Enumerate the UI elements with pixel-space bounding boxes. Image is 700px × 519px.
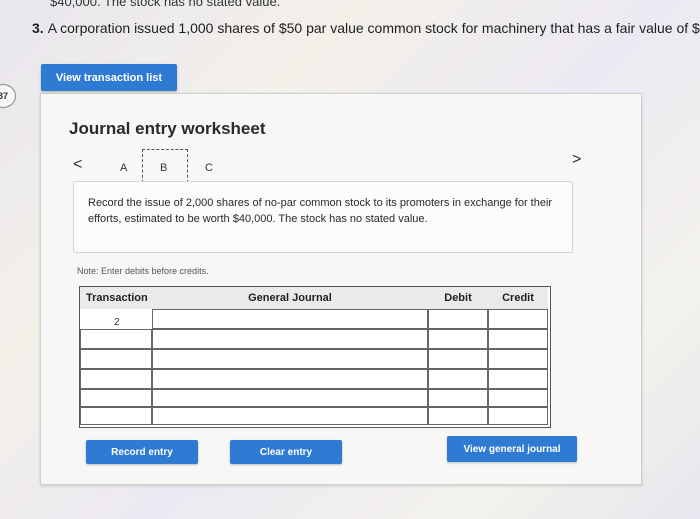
debit-input[interactable] <box>428 407 488 425</box>
credit-input[interactable] <box>488 309 548 329</box>
view-general-journal-button[interactable]: View general journal <box>447 436 577 462</box>
note-text: Note: Enter debits before credits. <box>77 266 209 276</box>
instruction-box: Record the issue of 2,000 shares of no-p… <box>73 181 573 253</box>
clear-entry-button[interactable]: Clear entry <box>230 440 342 464</box>
question-item-text: A corporation issued 1,000 shares of $50… <box>47 20 700 36</box>
journal-table: Transaction General Journal Debit Credit… <box>79 286 551 428</box>
credit-input[interactable] <box>488 329 548 349</box>
credit-input[interactable] <box>488 389 548 407</box>
credit-input[interactable] <box>488 407 548 425</box>
journal-worksheet-panel: Journal entry worksheet < > A B C Record… <box>40 93 642 485</box>
question-item-3: 3. A corporation issued 1,000 shares of $… <box>32 20 700 36</box>
debit-input[interactable] <box>428 389 488 407</box>
transaction-cell <box>80 389 152 407</box>
question-number-badge: 37 <box>0 84 16 108</box>
question-item-number: 3. <box>32 20 44 36</box>
transaction-cell <box>80 407 152 425</box>
worksheet-title: Journal entry worksheet <box>69 119 266 138</box>
credit-input[interactable] <box>488 369 548 389</box>
account-input[interactable] <box>152 369 428 389</box>
instruction-text: Record the issue of 2,000 shares of no-p… <box>88 197 553 225</box>
tab-c[interactable]: C <box>205 162 213 174</box>
debit-input[interactable] <box>428 349 488 369</box>
col-transaction-header: Transaction <box>80 287 158 309</box>
transaction-number: 2 <box>114 317 120 328</box>
col-debit-header: Debit <box>428 287 488 309</box>
transaction-cell <box>80 349 152 369</box>
account-input[interactable] <box>152 349 428 369</box>
transaction-cell <box>80 369 152 389</box>
debit-input[interactable] <box>428 309 488 329</box>
account-input[interactable] <box>152 329 428 349</box>
next-tab-arrow[interactable]: > <box>572 151 581 169</box>
account-input[interactable] <box>152 389 428 407</box>
debit-input[interactable] <box>428 329 488 349</box>
tab-a[interactable]: A <box>120 162 127 174</box>
tab-b[interactable]: B <box>160 162 167 174</box>
view-transaction-list-button[interactable]: View transaction list <box>41 64 177 91</box>
col-general-journal-header: General Journal <box>152 287 428 309</box>
credit-input[interactable] <box>488 349 548 369</box>
prev-tab-arrow[interactable]: < <box>73 156 82 174</box>
account-input[interactable] <box>152 309 428 329</box>
account-input[interactable] <box>152 407 428 425</box>
question-partial-line: $40,000. The stock has no stated value. <box>50 0 281 9</box>
debit-input[interactable] <box>428 369 488 389</box>
transaction-cell <box>80 329 152 349</box>
col-credit-header: Credit <box>488 287 548 309</box>
record-entry-button[interactable]: Record entry <box>86 440 198 464</box>
